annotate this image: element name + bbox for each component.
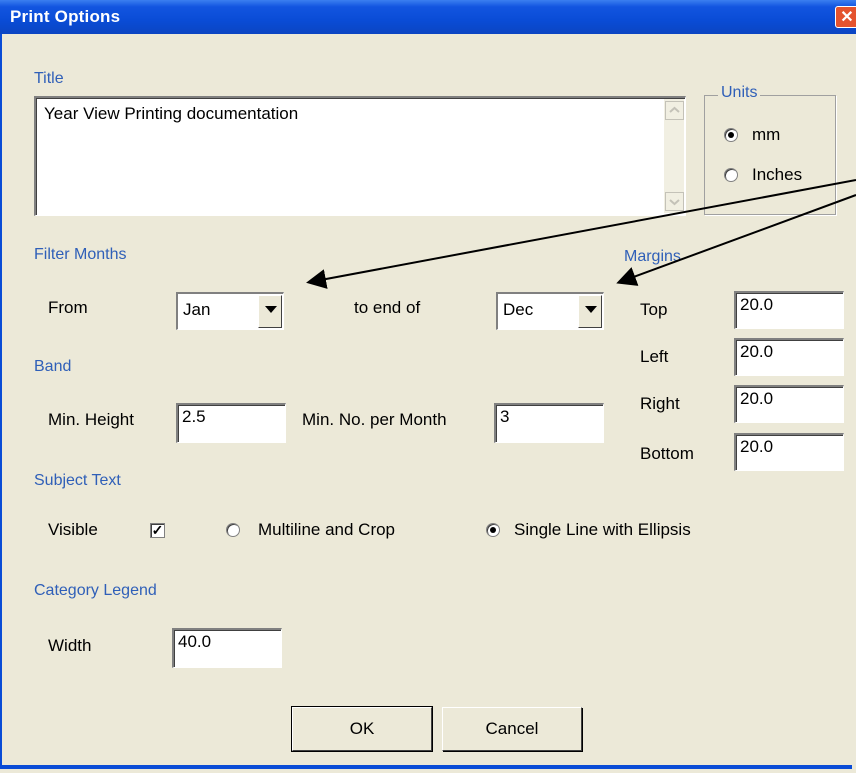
annotation-arrows <box>306 179 856 289</box>
legend-width-label: Width <box>48 636 92 655</box>
min-height-input[interactable]: 2.5 <box>176 403 286 443</box>
cancel-button[interactable]: Cancel <box>442 707 582 751</box>
title-section-label: Title <box>34 70 64 87</box>
legend-width-input[interactable]: 40.0 <box>172 628 282 668</box>
ok-button[interactable]: OK <box>291 706 433 752</box>
visible-label: Visible <box>48 520 98 539</box>
from-label: From <box>48 298 88 317</box>
band-label: Band <box>34 358 72 375</box>
category-legend-label: Category Legend <box>34 582 157 599</box>
arrow-to-to-month <box>616 194 856 286</box>
margin-left-label: Left <box>640 347 669 366</box>
close-button[interactable]: ✕ <box>835 6 856 28</box>
margin-right-label: Right <box>640 394 680 413</box>
from-month-select[interactable]: Jan <box>176 292 284 330</box>
visible-checkbox[interactable]: ✓ <box>150 523 165 538</box>
from-month-dropdown-arrow-icon[interactable] <box>258 295 282 328</box>
subject-text-label: Subject Text <box>34 472 121 489</box>
margin-bottom-label: Bottom <box>640 444 694 463</box>
min-height-label: Min. Height <box>48 410 134 429</box>
multiline-crop-radio[interactable] <box>226 523 240 537</box>
chevron-up-icon <box>669 106 680 113</box>
multiline-crop-label: Multiline and Crop <box>258 520 396 539</box>
title-text: Year View Printing documentation <box>44 104 299 123</box>
window-title: Print Options <box>10 7 121 26</box>
single-line-ellipsis-radio[interactable] <box>486 523 500 537</box>
min-no-per-month-input[interactable]: 3 <box>494 403 604 443</box>
from-month-value: Jan <box>183 300 211 319</box>
title-bar <box>0 0 856 34</box>
filter-months-label: Filter Months <box>34 246 127 263</box>
min-no-per-month-label: Min. No. per Month <box>302 410 447 429</box>
arrow-to-from-month <box>306 179 856 289</box>
margin-bottom-input[interactable]: 20.0 <box>734 433 844 471</box>
units-label: Units <box>718 84 761 102</box>
margin-left-input[interactable]: 20.0 <box>734 338 844 376</box>
units-mm-label: mm <box>752 125 781 144</box>
units-mm-radio[interactable] <box>724 128 738 142</box>
single-line-ellipsis-label: Single Line with Ellipsis <box>514 520 691 539</box>
margin-right-input[interactable]: 20.0 <box>734 385 844 423</box>
scroll-up-button[interactable] <box>665 101 684 120</box>
